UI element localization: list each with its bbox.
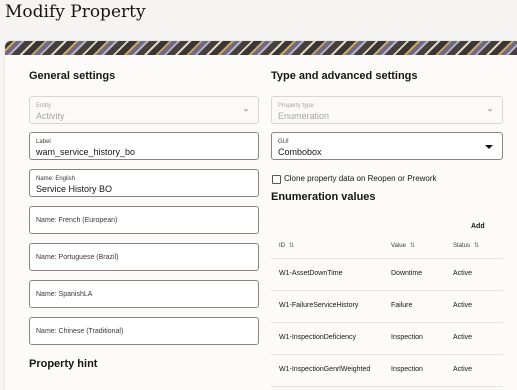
entity-value: Activity (36, 111, 65, 121)
name-chinese-field[interactable]: Name: Chinese (Traditional) (29, 317, 259, 345)
row-value: Inspection (391, 366, 423, 373)
type-advanced-settings-heading: Type and advanced settings (271, 70, 418, 82)
row-status: Active (453, 270, 473, 277)
table-header: ID ⇅ Value ⇅ Status ⇅ (271, 236, 503, 259)
chevron-down-icon (487, 109, 493, 112)
label-field[interactable]: Label wam_service_history_bo (29, 132, 259, 160)
entity-label: Entity (36, 103, 52, 109)
row-id: W1-FailureServiceHistory (279, 302, 359, 309)
chevron-down-icon (243, 109, 249, 112)
column-header-status[interactable]: Status ⇅ (453, 242, 479, 249)
property-type-value: Enumeration (278, 111, 330, 121)
table-row[interactable]: W1-InspectionDeficiency Inspection Activ… (271, 322, 503, 355)
enumeration-values-heading: Enumeration values (271, 191, 376, 203)
property-form-card: General settings Entity Activity Label w… (5, 41, 517, 390)
property-type-select: Property type Enumeration (271, 96, 503, 124)
name-portuguese-field[interactable]: Name: Portuguese (Brazil) (29, 243, 259, 271)
general-settings-heading: General settings (29, 70, 116, 82)
gui-label: GUI (278, 139, 289, 145)
name-spanish-placeholder: Name: SpanishLA (36, 291, 93, 298)
clone-property-label: Clone property data on Reopen or Prework (284, 174, 437, 183)
table-row[interactable]: W1-InspectionGenrlWeighted Inspection Ac… (271, 354, 503, 387)
gui-value: Combobox (278, 147, 322, 157)
property-type-label: Property type (278, 103, 314, 109)
table-row[interactable]: W1-AssetDownTime Downtime Active (271, 258, 503, 291)
row-status: Active (453, 334, 473, 341)
page-title: Modify Property (5, 2, 146, 22)
label-field-value: wam_service_history_bo (36, 147, 136, 157)
name-spanish-field[interactable]: Name: SpanishLA (29, 280, 259, 308)
name-french-field[interactable]: Name: French (European) (29, 206, 259, 234)
name-english-value: Service History BO (36, 184, 113, 194)
column-header-value[interactable]: Value ⇅ (391, 242, 415, 249)
row-id: W1-AssetDownTime (279, 270, 343, 277)
entity-select: Entity Activity (29, 96, 259, 124)
row-value: Downtime (391, 270, 423, 277)
gui-select[interactable]: GUI Combobox (271, 132, 503, 160)
clone-property-checkbox[interactable] (272, 175, 281, 184)
name-chinese-placeholder: Name: Chinese (Traditional) (36, 328, 124, 335)
table-row[interactable]: W1-FailureServiceHistory Failure Active (271, 290, 503, 323)
name-portuguese-placeholder: Name: Portuguese (Brazil) (36, 254, 119, 261)
chevron-down-icon[interactable] (485, 145, 493, 149)
sort-arrows-icon: ⇅ (474, 243, 480, 249)
name-english-field[interactable]: Name: English Service History BO (29, 169, 259, 197)
row-status: Active (453, 302, 473, 309)
row-id: W1-InspectionGenrlWeighted (279, 366, 371, 373)
name-french-placeholder: Name: French (European) (36, 217, 118, 224)
add-enumeration-button[interactable]: Add (471, 223, 485, 230)
row-value: Inspection (391, 334, 423, 341)
sort-arrows-icon: ⇅ (409, 243, 415, 249)
row-status: Active (453, 366, 473, 373)
row-value: Failure (391, 302, 413, 309)
row-id: W1-InspectionDeficiency (279, 334, 357, 341)
column-header-id[interactable]: ID ⇅ (279, 242, 294, 249)
name-english-label: Name: English (36, 176, 76, 182)
label-field-label: Label (36, 139, 51, 145)
sort-arrows-icon: ⇅ (289, 243, 295, 249)
decorative-banner (5, 41, 517, 55)
property-hint-heading: Property hint (29, 358, 98, 370)
